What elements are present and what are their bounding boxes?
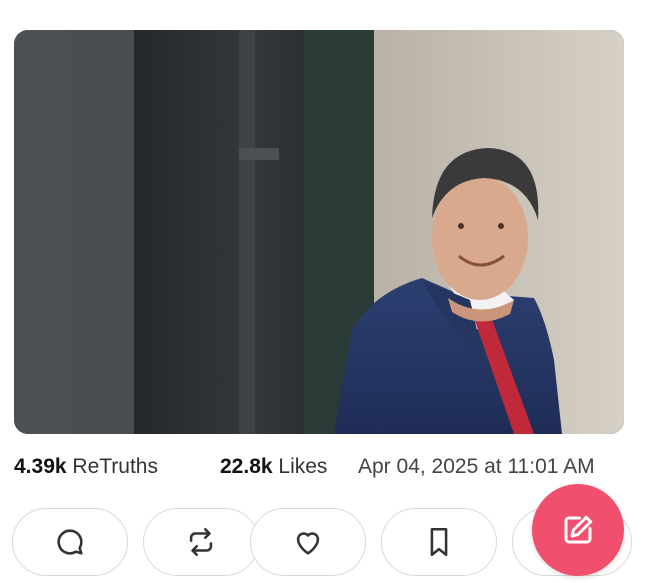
pencil-edit-icon [564, 515, 593, 544]
repost-icon [189, 527, 213, 557]
post-photo [14, 30, 624, 434]
retruths-stat[interactable]: 4.39k ReTruths [14, 452, 158, 482]
likes-count: 22.8k [220, 455, 273, 478]
post-image[interactable] [14, 30, 624, 434]
likes-stat[interactable]: 22.8k Likes [220, 452, 327, 482]
compose-button[interactable] [532, 484, 624, 576]
bookmark-button[interactable] [381, 508, 497, 576]
post-timestamp: Apr 04, 2025 at 11:01 AM [358, 455, 595, 478]
retruths-label: ReTruths [72, 455, 158, 478]
reply-button[interactable] [12, 508, 128, 576]
like-button[interactable] [250, 508, 366, 576]
retruth-button[interactable] [143, 508, 259, 576]
retruths-count: 4.39k [14, 455, 67, 478]
bookmark-icon [430, 527, 448, 557]
heart-icon [296, 532, 320, 555]
post-stats: 4.39k ReTruths 22.8k Likes Apr 04, 2025 … [14, 452, 634, 482]
comment-icon [57, 529, 83, 555]
likes-label: Likes [278, 455, 328, 478]
